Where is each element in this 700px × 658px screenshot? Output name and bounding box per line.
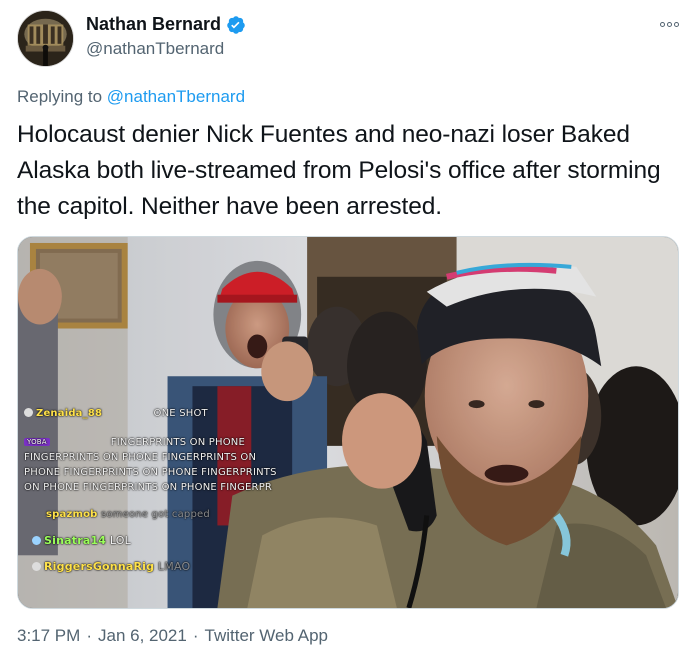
more-dot xyxy=(673,21,679,27)
author-avatar[interactable] xyxy=(17,10,74,67)
media-image xyxy=(18,237,678,608)
tweet-time[interactable]: 3:17 PM xyxy=(17,626,80,645)
tweet-source[interactable]: Twitter Web App xyxy=(205,626,328,645)
meta-separator: · xyxy=(86,626,92,645)
more-options-icon[interactable] xyxy=(656,14,682,34)
author-display-name[interactable]: Nathan Bernard xyxy=(86,14,221,35)
author-name-row[interactable]: Nathan Bernard xyxy=(86,14,246,35)
tweet-meta: 3:17 PM · Jan 6, 2021 · Twitter Web App xyxy=(17,626,328,646)
replying-prefix: Replying to xyxy=(17,87,103,106)
author-handle[interactable]: @nathanTbernard xyxy=(86,39,224,59)
verified-badge-icon xyxy=(227,15,245,34)
more-dot xyxy=(666,21,672,27)
tweet-date[interactable]: Jan 6, 2021 xyxy=(98,626,187,645)
tweet: Nathan Bernard @nathanTbernard Replying … xyxy=(0,0,700,658)
tweet-media[interactable]: Zenaida_88 ONE SHOT YOBA FINGERPRINTS ON … xyxy=(17,236,679,609)
replying-to: Replying to @nathanTbernard xyxy=(17,87,245,107)
more-dot xyxy=(659,21,665,27)
replying-handle-link[interactable]: @nathanTbernard xyxy=(107,87,245,106)
avatar-image xyxy=(18,11,73,66)
meta-separator: · xyxy=(192,626,199,645)
tweet-text: Holocaust denier Nick Fuentes and neo-na… xyxy=(17,121,661,220)
